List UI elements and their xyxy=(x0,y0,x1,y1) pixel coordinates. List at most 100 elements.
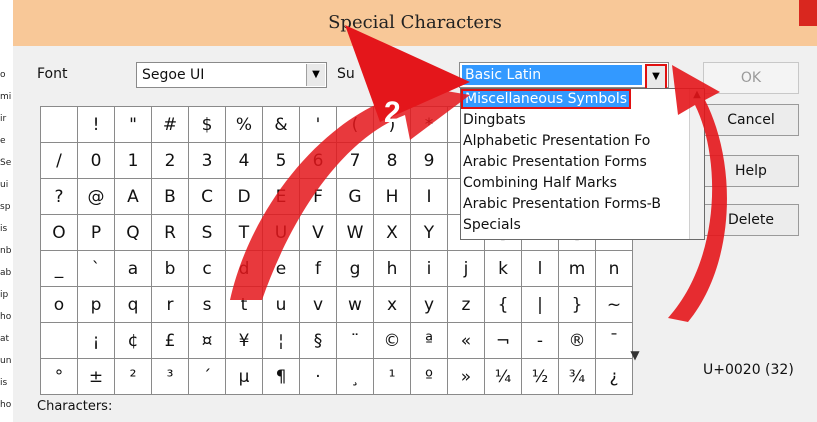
character-cell[interactable]: 2 xyxy=(151,142,189,179)
subset-dropdown[interactable]: Basic Latin ▼ xyxy=(459,62,669,90)
character-cell[interactable]: ¬ xyxy=(484,322,522,359)
character-cell[interactable]: ½ xyxy=(521,358,559,395)
character-cell[interactable]: g xyxy=(336,250,374,287)
character-cell[interactable]: ' xyxy=(299,106,337,143)
subset-option-arabic-presentation-forms[interactable]: Arabic Presentation Forms xyxy=(463,154,647,170)
character-cell[interactable]: E xyxy=(262,178,300,215)
character-cell[interactable]: ® xyxy=(558,322,596,359)
character-cell[interactable]: b xyxy=(151,250,189,287)
character-cell[interactable]: · xyxy=(299,358,337,395)
character-cell[interactable]: } xyxy=(558,286,596,323)
character-cell[interactable]: º xyxy=(410,358,448,395)
ok-button[interactable]: OK xyxy=(703,62,799,94)
character-cell[interactable]: ¥ xyxy=(225,322,263,359)
character-cell[interactable]: e xyxy=(262,250,300,287)
character-cell[interactable]: ` xyxy=(77,250,115,287)
character-cell[interactable]: _ xyxy=(40,250,78,287)
character-cell[interactable]: 3 xyxy=(188,142,226,179)
character-cell[interactable]: { xyxy=(484,286,522,323)
chevron-down-icon[interactable]: ▼ xyxy=(645,64,667,90)
character-cell[interactable]: F xyxy=(299,178,337,215)
character-cell[interactable]: m xyxy=(558,250,596,287)
chevron-down-icon[interactable]: ▼ xyxy=(626,348,644,370)
character-cell[interactable]: I xyxy=(410,178,448,215)
character-cell[interactable]: H xyxy=(373,178,411,215)
character-cell[interactable]: f xyxy=(299,250,337,287)
close-button[interactable] xyxy=(799,0,817,26)
character-cell[interactable]: Y xyxy=(410,214,448,251)
help-button[interactable]: Help xyxy=(703,155,799,187)
character-cell[interactable]: ± xyxy=(77,358,115,395)
character-cell[interactable]: # xyxy=(151,106,189,143)
character-cell[interactable]: h xyxy=(373,250,411,287)
character-cell[interactable]: t xyxy=(225,286,263,323)
character-cell[interactable]: » xyxy=(447,358,485,395)
character-cell[interactable]: ? xyxy=(40,178,78,215)
character-cell[interactable]: © xyxy=(373,322,411,359)
character-cell[interactable]: " xyxy=(114,106,152,143)
subset-option-specials[interactable]: Specials xyxy=(463,217,521,233)
character-cell[interactable]: - xyxy=(521,322,559,359)
character-cell[interactable]: | xyxy=(521,286,559,323)
character-cell[interactable]: R xyxy=(151,214,189,251)
character-cell[interactable]: T xyxy=(225,214,263,251)
character-cell[interactable]: W xyxy=(336,214,374,251)
character-cell[interactable]: ª xyxy=(410,322,448,359)
character-cell[interactable]: £ xyxy=(151,322,189,359)
character-cell[interactable]: 7 xyxy=(336,142,374,179)
character-cell[interactable]: ¤ xyxy=(188,322,226,359)
subset-dropdown-list[interactable]: Miscellaneous Symbols Dingbats Alphabeti… xyxy=(460,88,705,240)
character-cell[interactable]: q xyxy=(114,286,152,323)
character-cell[interactable]: 8 xyxy=(373,142,411,179)
character-cell[interactable]: c xyxy=(188,250,226,287)
character-cell[interactable]: D xyxy=(225,178,263,215)
character-cell[interactable]: w xyxy=(336,286,374,323)
character-cell[interactable]: ¾ xyxy=(558,358,596,395)
character-cell[interactable]: z xyxy=(447,286,485,323)
character-cell[interactable]: p xyxy=(77,286,115,323)
font-dropdown[interactable]: Segoe UI ▼ xyxy=(136,62,327,88)
character-cell[interactable]: V xyxy=(299,214,337,251)
character-cell[interactable]: % xyxy=(225,106,263,143)
cancel-button[interactable]: Cancel xyxy=(703,104,799,136)
character-cell[interactable]: ( xyxy=(336,106,374,143)
character-cell[interactable]: 4 xyxy=(225,142,263,179)
character-cell[interactable]: § xyxy=(299,322,337,359)
character-cell[interactable] xyxy=(40,322,78,359)
character-cell[interactable]: d xyxy=(225,250,263,287)
character-cell[interactable]: u xyxy=(262,286,300,323)
character-cell[interactable]: « xyxy=(447,322,485,359)
character-cell[interactable]: ~ xyxy=(595,286,633,323)
character-cell[interactable]: ) xyxy=(373,106,411,143)
subset-option-dingbats[interactable]: Dingbats xyxy=(463,112,526,128)
character-cell[interactable]: o xyxy=(40,286,78,323)
character-cell[interactable]: & xyxy=(262,106,300,143)
character-cell[interactable]: µ xyxy=(225,358,263,395)
character-cell[interactable]: 5 xyxy=(262,142,300,179)
character-cell[interactable]: s xyxy=(188,286,226,323)
character-cell[interactable]: ¨ xyxy=(336,322,374,359)
character-cell[interactable]: ! xyxy=(77,106,115,143)
character-cell[interactable]: ¸ xyxy=(336,358,374,395)
subset-option-miscellaneous-symbols[interactable]: Miscellaneous Symbols xyxy=(461,89,632,109)
character-cell[interactable]: A xyxy=(114,178,152,215)
character-cell[interactable]: 0 xyxy=(77,142,115,179)
character-cell[interactable]: ¼ xyxy=(484,358,522,395)
character-cell[interactable]: $ xyxy=(188,106,226,143)
subset-option-arabic-presentation-forms-b[interactable]: Arabic Presentation Forms-B xyxy=(463,196,661,212)
character-cell[interactable]: @ xyxy=(77,178,115,215)
character-cell[interactable]: P xyxy=(77,214,115,251)
character-cell[interactable]: y xyxy=(410,286,448,323)
character-cell[interactable]: Q xyxy=(114,214,152,251)
chevron-down-icon[interactable]: ▼ xyxy=(306,64,325,86)
character-cell[interactable]: O xyxy=(40,214,78,251)
character-cell[interactable]: G xyxy=(336,178,374,215)
character-cell[interactable]: v xyxy=(299,286,337,323)
character-cell[interactable]: ° xyxy=(40,358,78,395)
character-cell[interactable]: / xyxy=(40,142,78,179)
character-cell[interactable]: a xyxy=(114,250,152,287)
character-cell[interactable]: l xyxy=(521,250,559,287)
character-cell[interactable]: n xyxy=(595,250,633,287)
character-cell[interactable]: U xyxy=(262,214,300,251)
character-cell[interactable]: 1 xyxy=(114,142,152,179)
